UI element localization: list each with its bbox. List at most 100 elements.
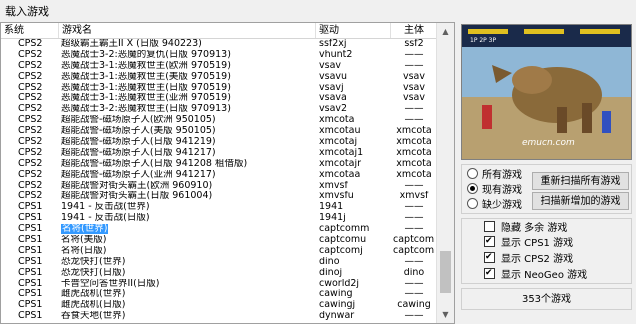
row-name: 雌虎战机(日版) (61, 300, 126, 311)
row-system: CPS2 (18, 71, 43, 82)
checkbox-show-neogeo[interactable]: 显示 NeoGeo 游戏 (484, 266, 587, 283)
row-host: xmcota (396, 147, 432, 158)
table-row[interactable]: CPS1 恐龙快打(世界) dino —— (1, 257, 438, 268)
row-system: CPS2 (18, 126, 43, 137)
checkbox-hide-clones[interactable]: 隐藏 多余 游戏 (484, 221, 567, 236)
table-row[interactable]: CPS2 恶魔战士3-1:恶魔救世主(美版 970519) vsavu vsav (1, 72, 438, 83)
row-host: xmvsf (399, 191, 429, 202)
radio-missing-icon (467, 198, 478, 209)
row-name: 超能战警对街头霸王(欧洲 960910) (61, 180, 213, 191)
table-row[interactable]: CPS2 超能战警-磁场原子人(欧洲 950105) xmcota —— (1, 115, 438, 126)
row-system: CPS2 (18, 39, 43, 49)
table-row[interactable]: CPS2 恶魔战士3-2:恶魔救世主(日版 970913) vsav2 —— (1, 104, 438, 115)
column-header-driver[interactable]: 驱动 (316, 23, 391, 38)
row-system: CPS1 (18, 256, 43, 267)
row-host: —— (404, 278, 424, 289)
row-system: CPS1 (18, 224, 43, 235)
row-host: vsav (402, 82, 425, 93)
column-header-system[interactable]: 系统 (1, 23, 59, 38)
table-row[interactable]: CPS2 恶魔战士3-1:恶魔救世主(日版 970519) vsavj vsav (1, 83, 438, 94)
row-host: —— (404, 289, 424, 300)
table-row[interactable]: CPS1 名将(美版) captcomu captcomm (1, 235, 438, 246)
row-driver: 1941 (319, 202, 344, 213)
row-name: 超能战警-磁场原子人(亚洲 941217) (61, 169, 216, 180)
row-host: —— (404, 49, 424, 60)
column-header-host[interactable]: 主体 (391, 23, 438, 38)
row-driver: vsava (319, 93, 347, 104)
row-name: 超级霸王霸王II X (日版 940223) (61, 39, 202, 49)
table-row[interactable]: CPS1 卡普空问答世界II(日版) cworld2j —— (1, 279, 438, 290)
row-name: 1941 - 反击战(世界) (61, 202, 150, 213)
table-row[interactable]: CPS1 名将(日版) captcomj captcomm (1, 246, 438, 257)
table-row[interactable]: CPS2 超能战警-磁场原子人(日版 941208 租借版) xmcotajr xmc… (1, 159, 438, 170)
table-row[interactable]: CPS2 超能战警对街头霸王(欧洲 960910) xmvsf —— (1, 181, 438, 192)
column-header-name[interactable]: 游戏名 (59, 23, 316, 38)
table-row[interactable]: CPS1 吞食天地(世界) dynwar —— (1, 311, 438, 322)
scroll-up-arrow-icon[interactable]: ▲ (437, 23, 454, 40)
row-system: CPS2 (18, 137, 43, 148)
window-title: 载入游戏 (5, 5, 49, 18)
row-name: 名将(美版) (61, 235, 107, 246)
row-driver: xmcotaj (319, 137, 358, 148)
table-row[interactable]: CPS1 恐龙快打(日版) dinoj dino (1, 268, 438, 279)
table-row[interactable]: CPS2 超能战警对街头霸王(日版 961004) xmvsfu xmvsf (1, 191, 438, 202)
row-driver: vsavj (319, 82, 344, 93)
row-driver: captcomj (319, 245, 363, 256)
filter-group: 所有游戏 现有游戏 缺少游戏 重新扫描所有游戏 扫描新增加的游戏 (461, 164, 632, 214)
row-host: captcomm (393, 245, 435, 256)
row-driver: 1941j (319, 213, 346, 224)
scrollbar-thumb[interactable] (440, 251, 451, 293)
row-host: xmcota (396, 158, 432, 169)
preview-screenshot: emucn.com 1P 2P 3P (462, 25, 631, 159)
row-host: —— (404, 311, 424, 322)
rescan-all-button[interactable]: 重新扫描所有游戏 (532, 172, 629, 190)
row-name: 卡普空问答世界II(日版) (61, 278, 160, 289)
options-group: 隐藏 多余 游戏 显示 CPS1 游戏 显示 CPS2 游戏 显示 NeoGeo… (461, 218, 632, 284)
table-row[interactable]: CPS2 恶魔战士3-1:恶魔救世主(欧洲 970519) vsav —— (1, 61, 438, 72)
table-row[interactable]: CPS2 恶魔战士3-2:恶魔的复仇(日版 970913) vhunt2 —— (1, 50, 438, 61)
table-row[interactable]: CPS2 超级霸王霸王II X (日版 940223) ssf2xj ssf2 (1, 39, 438, 50)
row-name: 恐龙快打(日版) (61, 267, 126, 278)
row-system: CPS2 (18, 147, 43, 158)
row-system: CPS2 (18, 104, 43, 115)
table-row[interactable]: CPS2 恶魔战士3-1:恶魔救世主(亚洲 970519) vsava vsav (1, 93, 438, 104)
row-system: CPS2 (18, 115, 43, 126)
row-driver: vhunt2 (319, 49, 353, 60)
row-name: 名将(世界) (61, 224, 316, 235)
table-row[interactable]: CPS2 超能战警-磁场原子人(日版 941217) xmcotaj1 xmcota (1, 148, 438, 159)
checkbox-show-cps2-icon (484, 250, 495, 265)
game-list[interactable]: 系统 游戏名 驱动 主体 CPS2 超级霸王霸王II X (日版 940223) s… (0, 22, 455, 324)
radio-all-games[interactable]: 所有游戏 (467, 168, 522, 182)
vertical-scrollbar[interactable]: ▲ ▼ (436, 23, 454, 323)
row-system: CPS1 (18, 245, 43, 256)
row-name: 恶魔战士3-2:恶魔的复仇(日版 970913) (61, 49, 231, 60)
radio-missing-games[interactable]: 缺少游戏 (467, 198, 522, 212)
table-row[interactable]: CPS1 1941 - 反击战(日版) 1941j —— (1, 213, 438, 224)
row-system: CPS1 (18, 289, 43, 300)
table-row[interactable]: CPS2 超能战警-磁场原子人(亚洲 941217) xmcotaa xmcota (1, 170, 438, 181)
list-rows: CPS2 超级霸王霸王II X (日版 940223) ssf2xj ssf2 CPS2… (1, 39, 438, 322)
row-name-selected: 名将(世界) (61, 224, 109, 235)
checkbox-show-cps1[interactable]: 显示 CPS1 游戏 (484, 234, 573, 251)
table-row[interactable]: CPS1 名将(世界) captcomm —— (1, 224, 438, 235)
row-name: 名将(日版) (61, 245, 107, 256)
row-name: 恐龙快打(世界) (61, 256, 126, 267)
checkbox-show-cps2[interactable]: 显示 CPS2 游戏 (484, 250, 573, 267)
row-name: 吞食天地(世界) (61, 311, 126, 322)
row-name: 超能战警-磁场原子人(日版 941208 租借版) (61, 158, 248, 169)
table-row[interactable]: CPS1 1941 - 反击战(世界) 1941 —— (1, 202, 438, 213)
table-row[interactable]: CPS1 雌虎战机(世界) cawing —— (1, 289, 438, 300)
game-preview-image: emucn.com 1P 2P 3P (461, 24, 632, 160)
row-driver: captcomu (319, 235, 367, 246)
table-row[interactable]: CPS2 超能战警-磁场原子人(美版 950105) xmcotau xmcota (1, 126, 438, 137)
row-system: CPS2 (18, 60, 43, 71)
radio-present-games[interactable]: 现有游戏 (467, 183, 522, 197)
scroll-down-arrow-icon[interactable]: ▼ (437, 306, 454, 323)
row-name: 恶魔战士3-1:恶魔救世主(日版 970519) (61, 82, 231, 93)
scan-new-button[interactable]: 扫描新增加的游戏 (532, 192, 629, 210)
row-driver: dino (319, 256, 340, 267)
table-row[interactable]: CPS2 超能战警-磁场原子人(日版 941219) xmcotaj xmcota (1, 137, 438, 148)
row-system: CPS1 (18, 300, 43, 311)
row-driver: vsav2 (319, 104, 348, 115)
table-row[interactable]: CPS1 雌虎战机(日版) cawingj cawing (1, 300, 438, 311)
